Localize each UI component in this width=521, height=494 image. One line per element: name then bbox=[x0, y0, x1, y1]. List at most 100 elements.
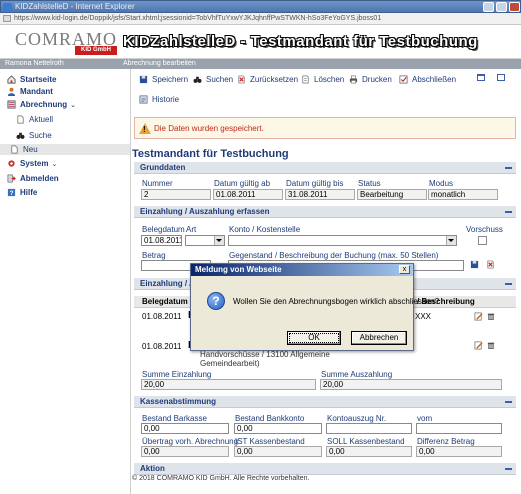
user-bar: Ramona Nettelroth Abrechnung bearbeiten bbox=[0, 59, 521, 69]
barkasse-input[interactable]: 0,00 bbox=[141, 423, 229, 434]
sidebar-item-startseite[interactable]: Startseite bbox=[7, 74, 56, 85]
label-soll: SOLL Kassenbestand bbox=[327, 437, 405, 446]
art-select[interactable] bbox=[185, 235, 225, 246]
delete-button[interactable]: Löschen bbox=[301, 75, 344, 84]
sidebar-item-abrechnung[interactable]: Abrechnung ⌄ bbox=[7, 99, 76, 110]
finalize-icon bbox=[399, 75, 408, 84]
ok-button[interactable]: OK bbox=[287, 331, 341, 345]
sidebar-item-suche[interactable]: Suche bbox=[16, 130, 52, 141]
current-context: Abrechnung bearbeiten bbox=[123, 60, 196, 67]
summe-einzahlung-field[interactable]: 20,00 bbox=[141, 379, 316, 390]
edit-icon[interactable] bbox=[474, 312, 483, 321]
page-title: Testmandant für Testbuchung bbox=[132, 148, 289, 160]
section-kasse-header[interactable]: Kassenabstimmung bbox=[134, 396, 516, 408]
label-barkasse: Bestand Barkasse bbox=[142, 414, 207, 423]
vorschuss-checkbox[interactable] bbox=[478, 236, 487, 245]
sidebar: Startseite Mandant Abrechnung ⌄ Aktuell … bbox=[0, 69, 131, 494]
chevron-down-icon: ⌄ bbox=[51, 160, 58, 168]
maximize-button[interactable] bbox=[496, 2, 507, 12]
label-vom: vom bbox=[417, 414, 433, 423]
label-kontoauszug: Kontoauszug Nr. bbox=[327, 414, 387, 423]
collapse-icon[interactable] bbox=[505, 283, 512, 285]
success-message: Die Daten wurden gespeichert. bbox=[134, 117, 516, 139]
trash-icon[interactable] bbox=[487, 341, 495, 350]
soll-field[interactable]: 0,00 bbox=[326, 446, 412, 457]
svg-text:?: ? bbox=[10, 190, 14, 197]
collapse-icon[interactable] bbox=[505, 167, 512, 169]
reset-button[interactable]: Zurücksetzen bbox=[237, 75, 298, 84]
label-summe-auszahlung: Summe Auszahlung bbox=[321, 370, 393, 379]
current-user: Ramona Nettelroth bbox=[5, 60, 64, 67]
delete-icon bbox=[302, 75, 309, 84]
label-belegdatum: Belegdatum bbox=[142, 225, 185, 234]
dialog-close-button[interactable]: x bbox=[399, 265, 410, 274]
sidebar-item-hilfe[interactable]: ? Hilfe bbox=[7, 187, 37, 198]
label-uebertrag: Übertrag vorh. Abrechnung bbox=[142, 437, 239, 446]
ie-icon bbox=[3, 3, 12, 11]
collapse-icon[interactable] bbox=[505, 468, 512, 470]
window-panel-icon[interactable] bbox=[497, 74, 505, 81]
help-icon: ? bbox=[7, 188, 16, 197]
history-button[interactable]: Historie bbox=[139, 95, 179, 104]
home-icon bbox=[7, 75, 16, 84]
vom-input[interactable] bbox=[416, 423, 502, 434]
dialog-title: Meldung von Webseite bbox=[191, 264, 413, 276]
chevron-down-icon: ⌄ bbox=[70, 101, 76, 109]
row-desc: Handvorschüsse / 13100 Allgemeine Gemein… bbox=[200, 350, 330, 368]
sidebar-item-mandant[interactable]: Mandant bbox=[7, 86, 53, 97]
ist-field[interactable]: 0,00 bbox=[234, 446, 322, 457]
trash-icon[interactable] bbox=[487, 312, 495, 321]
status-field[interactable]: Bearbeitung bbox=[357, 189, 427, 200]
address-bar[interactable]: https://www.kid-login.de/Doppik/jsfs/Sta… bbox=[0, 13, 521, 25]
edit-icon[interactable] bbox=[474, 341, 483, 350]
label-ist: IST Kassenbestand bbox=[235, 437, 305, 446]
minimize-button[interactable] bbox=[483, 2, 494, 12]
maximize-panel-icon[interactable] bbox=[477, 74, 485, 81]
reset-icon bbox=[238, 75, 245, 84]
label-differenz: Differenz Betrag bbox=[417, 437, 475, 446]
konto-select[interactable] bbox=[228, 235, 457, 246]
section-erfassen-header[interactable]: Einzahlung / Auszahlung erfassen bbox=[134, 206, 516, 218]
kontoauszug-input[interactable] bbox=[326, 423, 412, 434]
uebertrag-field[interactable]: 0,00 bbox=[141, 446, 229, 457]
nummer-field[interactable]: 2 bbox=[141, 189, 211, 200]
close-window-button[interactable] bbox=[509, 2, 520, 12]
belegdatum-input[interactable]: 01.08.2011 bbox=[141, 235, 182, 246]
collapse-icon[interactable] bbox=[505, 211, 512, 213]
url-text[interactable]: https://www.kid-login.de/Doppik/jsfs/Sta… bbox=[14, 15, 381, 22]
label-betrag: Betrag bbox=[142, 251, 166, 260]
close-out-button[interactable]: Abschließen bbox=[399, 75, 456, 84]
section-grunddaten-header[interactable]: Grunddaten bbox=[134, 162, 516, 174]
cancel-button[interactable]: Abbrechen bbox=[351, 331, 407, 345]
dialog-message: Wollen Sie den Abrechnungsbogen wirklich… bbox=[233, 297, 440, 306]
label-art: Art bbox=[186, 225, 197, 234]
gueltig-ab-field[interactable]: 01.08.2011 bbox=[213, 189, 283, 200]
browser-titlebar: KIDZahlstelleD - Internet Explorer bbox=[0, 0, 521, 13]
clear-entry-icon[interactable] bbox=[486, 260, 495, 269]
sidebar-item-system[interactable]: System ⌄ bbox=[7, 158, 57, 169]
floppy-icon bbox=[139, 75, 148, 84]
person-icon bbox=[7, 87, 16, 96]
sidebar-item-abmelden[interactable]: Abmelden bbox=[7, 173, 59, 184]
sidebar-item-neu[interactable]: Neu bbox=[0, 144, 130, 155]
bankkonto-input[interactable]: 0,00 bbox=[234, 423, 322, 434]
label-konto: Konto / Kostenstelle bbox=[229, 225, 301, 234]
differenz-field[interactable]: 0,00 bbox=[416, 446, 502, 457]
confirm-dialog: Meldung von Webseite x ? Wollen Sie den … bbox=[190, 263, 439, 351]
column-belegdatum[interactable]: Belegdatum A bbox=[142, 297, 196, 306]
print-button[interactable]: Drucken bbox=[349, 75, 392, 84]
binoculars-icon bbox=[16, 132, 25, 139]
label-gueltig-bis: Datum gültig bis bbox=[286, 179, 344, 188]
save-entry-icon[interactable] bbox=[470, 260, 479, 269]
label-summe-einzahlung: Summe Einzahlung bbox=[142, 370, 212, 379]
page-icon bbox=[3, 15, 11, 22]
save-button[interactable]: Speichern bbox=[139, 75, 188, 84]
search-button[interactable]: Suchen bbox=[193, 75, 233, 84]
collapse-icon[interactable] bbox=[505, 401, 512, 403]
label-vorschuss: Vorschuss bbox=[466, 225, 503, 234]
summe-auszahlung-field[interactable]: 20,00 bbox=[320, 379, 502, 390]
gueltig-bis-field[interactable]: 31.08.2011 bbox=[285, 189, 355, 200]
section-aktion-header[interactable]: Aktion bbox=[134, 463, 516, 475]
sidebar-item-aktuell[interactable]: Aktuell bbox=[16, 114, 53, 125]
modus-field[interactable]: monatlich bbox=[428, 189, 498, 200]
